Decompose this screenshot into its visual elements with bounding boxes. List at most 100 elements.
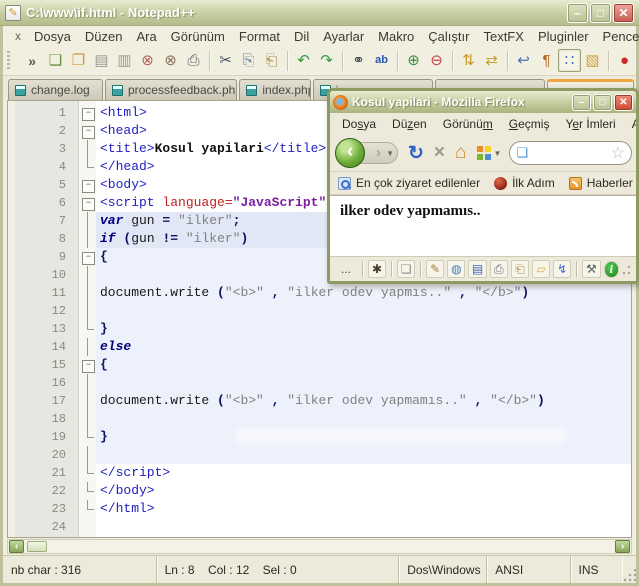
save-file-icon[interactable]: ▤ bbox=[90, 49, 113, 72]
firefox-menu-ge-mi[interactable]: Geçmiş bbox=[501, 115, 558, 133]
zoom-in-icon[interactable]: ⊕ bbox=[402, 49, 425, 72]
status-typing-mode[interactable]: INS bbox=[571, 556, 623, 583]
bookmark-ilk-adim[interactable]: İlk Adım bbox=[494, 176, 555, 190]
notepadpp-titlebar[interactable]: ✎ C:\www\if.html - Notepad++ – □ ✕ bbox=[0, 0, 639, 26]
npp-menu-al-t-r[interactable]: Çalıştır bbox=[421, 27, 476, 46]
npp-menu-makro[interactable]: Makro bbox=[371, 27, 421, 46]
firefox-menu-ara-lar[interactable]: Araçlar bbox=[624, 115, 636, 133]
scroll-right-arrow[interactable]: › bbox=[615, 540, 630, 553]
firefox-minimize-button[interactable]: – bbox=[572, 93, 591, 111]
sync-vertical-scroll-icon[interactable]: ⇅ bbox=[457, 49, 480, 72]
fold-marker-box[interactable] bbox=[79, 248, 96, 266]
tab-change-log[interactable]: change.log bbox=[8, 79, 103, 100]
fold-marker-line bbox=[79, 230, 96, 248]
print-icon[interactable]: ⎙ bbox=[489, 260, 508, 278]
close-file-icon[interactable]: ⊗ bbox=[136, 49, 159, 72]
bookmark-most-visited[interactable]: En çok ziyaret edilenler bbox=[338, 176, 480, 190]
globe-icon[interactable]: ◍ bbox=[447, 260, 466, 278]
address-bar[interactable]: ❏ ☆ bbox=[509, 141, 632, 165]
scrollbar-thumb[interactable] bbox=[27, 541, 47, 552]
replace-icon[interactable]: ab bbox=[370, 49, 393, 72]
npp-menu-ara[interactable]: Ara bbox=[129, 27, 163, 46]
clipboard-icon[interactable]: ⎗ bbox=[510, 260, 530, 278]
scroll-left-arrow[interactable]: ‹ bbox=[9, 540, 24, 553]
history-dropdown-icon[interactable]: ▼ bbox=[386, 149, 394, 158]
fold-margin[interactable] bbox=[79, 101, 96, 537]
fold-marker-end bbox=[79, 320, 96, 338]
minimize-button[interactable]: – bbox=[567, 2, 588, 23]
bookmark-haberler[interactable]: Haberler bbox=[568, 176, 633, 190]
fold-marker-box[interactable] bbox=[79, 176, 96, 194]
paste-icon[interactable]: ⎗ bbox=[260, 49, 283, 72]
bookmark-star-icon[interactable]: ☆ bbox=[611, 143, 625, 163]
firefox-menu-yer-i-mleri[interactable]: Yer İmleri bbox=[557, 115, 623, 133]
back-button[interactable]: ‹ bbox=[335, 138, 365, 168]
firefox-menu-dosya[interactable]: Dosya bbox=[334, 115, 384, 133]
save-disk-icon[interactable]: ▤ bbox=[468, 260, 487, 278]
firefox-menu-g-r-n-m[interactable]: Görünüm bbox=[435, 115, 501, 133]
firefox-menu-d-zen[interactable]: Düzen bbox=[384, 115, 435, 133]
print-icon[interactable]: ⎙ bbox=[182, 49, 205, 72]
new-file-icon[interactable]: ❏ bbox=[44, 49, 67, 72]
npp-menu-pencere[interactable]: Pencere bbox=[596, 27, 639, 46]
forward-button[interactable]: › bbox=[376, 144, 381, 161]
npp-menu-dosya[interactable]: Dosya bbox=[27, 27, 78, 46]
line-number: 7 bbox=[58, 214, 66, 228]
npp-menu-d-zen[interactable]: Düzen bbox=[78, 27, 130, 46]
status-encoding[interactable]: ANSI bbox=[487, 556, 571, 583]
open-file-icon[interactable]: ❐ bbox=[67, 49, 90, 72]
tab-index-php[interactable]: index.php bbox=[239, 79, 311, 100]
npp-menu-g-r-n-m[interactable]: Görünüm bbox=[164, 27, 232, 46]
close-button[interactable]: ✕ bbox=[613, 2, 634, 23]
fold-marker-box[interactable] bbox=[79, 356, 96, 374]
info-icon[interactable]: i bbox=[603, 260, 619, 278]
close-all-icon[interactable]: ⊗ bbox=[159, 49, 182, 72]
undo-icon[interactable]: ↶ bbox=[292, 49, 315, 72]
show-all-characters-icon[interactable]: ¶ bbox=[535, 49, 558, 72]
edit-pencil-icon[interactable]: ✎ bbox=[426, 260, 445, 278]
stop-button[interactable]: × bbox=[434, 142, 445, 164]
reload-button[interactable]: ↻ bbox=[408, 142, 424, 165]
fold-marker-box[interactable] bbox=[79, 194, 96, 212]
firefox-titlebar[interactable]: Kosul yapilari - Mozilla Firefox – □ ✕ bbox=[330, 91, 636, 113]
fold-marker-box[interactable] bbox=[79, 122, 96, 140]
copy-icon[interactable]: ⎘ bbox=[237, 49, 260, 72]
firefox-maximize-button[interactable]: □ bbox=[593, 93, 612, 111]
firefox-close-button[interactable]: ✕ bbox=[614, 93, 633, 111]
note-icon[interactable]: ▱ bbox=[532, 260, 551, 278]
firefox-resize-grip[interactable] bbox=[622, 263, 631, 275]
save-all-icon[interactable]: ▥ bbox=[113, 49, 136, 72]
cut-icon[interactable]: ✂ bbox=[214, 49, 237, 72]
status-ellipsis-button[interactable]: ... bbox=[335, 262, 357, 276]
find-icon[interactable]: ⚭ bbox=[347, 49, 370, 72]
word-wrap-icon[interactable]: ↩ bbox=[512, 49, 535, 72]
resize-grip[interactable] bbox=[622, 569, 637, 583]
npp-menu-ayarlar[interactable]: Ayarlar bbox=[316, 27, 371, 46]
line-number: 2 bbox=[58, 124, 66, 138]
npp-menu-textfx[interactable]: TextFX bbox=[476, 27, 530, 46]
status-eol-format[interactable]: Dos\Windows bbox=[399, 556, 488, 583]
line-number: 20 bbox=[51, 448, 66, 462]
tab-processfeedback-php[interactable]: processfeedback.php bbox=[104, 79, 238, 100]
extension-grid-icon[interactable] bbox=[476, 146, 491, 160]
bug-extension-icon[interactable]: ✱ bbox=[367, 260, 387, 278]
npp-menu-dil[interactable]: Dil bbox=[287, 27, 316, 46]
grid-dropdown-icon[interactable]: ▼ bbox=[494, 149, 502, 158]
horizontal-scrollbar[interactable]: ‹ › bbox=[7, 539, 632, 554]
npp-menu-pluginler[interactable]: Pluginler bbox=[531, 27, 596, 46]
function-list-icon[interactable]: ▧ bbox=[581, 49, 604, 72]
zoom-out-icon[interactable]: ⊖ bbox=[425, 49, 448, 72]
sync-horizontal-scroll-icon[interactable]: ⇄ bbox=[480, 49, 503, 72]
lightning-icon[interactable]: ↯ bbox=[553, 260, 572, 278]
fold-marker-box[interactable] bbox=[79, 104, 96, 122]
npp-menu-format[interactable]: Format bbox=[232, 27, 287, 46]
indent-guide-icon[interactable]: ∷ bbox=[558, 49, 581, 72]
tools-icon[interactable]: ⚒ bbox=[582, 260, 601, 278]
close-document-button[interactable]: x bbox=[9, 29, 27, 43]
home-button[interactable]: ⌂ bbox=[455, 142, 466, 164]
maximize-button[interactable]: □ bbox=[590, 2, 611, 23]
record-macro-icon[interactable]: ● bbox=[613, 49, 636, 72]
redo-icon[interactable]: ↷ bbox=[315, 49, 338, 72]
toolbar-overflow-chevron[interactable]: » bbox=[20, 53, 44, 69]
new-page-icon[interactable]: ❏ bbox=[397, 260, 416, 278]
